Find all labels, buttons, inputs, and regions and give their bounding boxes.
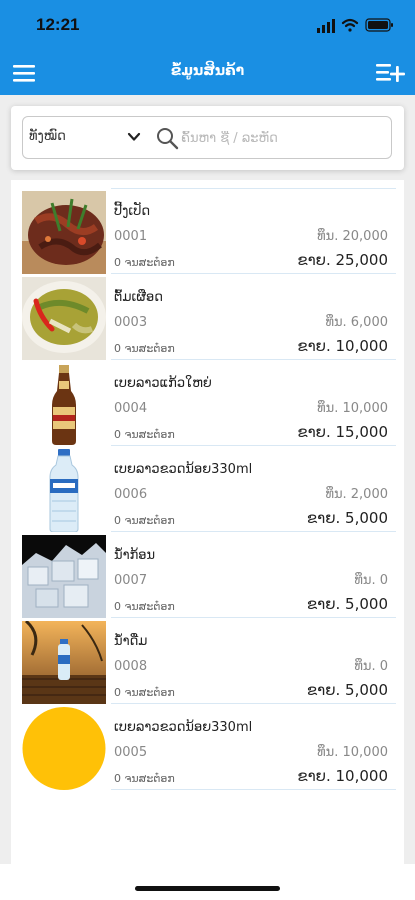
product-item-0007[interactable]: ນ້ຳກ້ອນ 0007 ທຶນ. 0 0 ຈນສະຕ໋ອກ ຂາຍ. 5,00…	[11, 532, 404, 618]
product-code: 0005	[114, 745, 148, 760]
product-image-ice	[22, 535, 106, 618]
product-image-soup	[22, 277, 106, 360]
product-code: 0003	[114, 315, 148, 330]
product-stock: 0 ຈນສະຕ໋ອກ	[114, 600, 175, 613]
chevron-down-icon	[127, 132, 141, 141]
product-stock: 0 ຈນສະຕ໋ອກ	[114, 772, 175, 785]
signal-icon	[317, 19, 335, 33]
app-header: 12:21 ຂໍ້ມູນສິນຄ້າ	[0, 0, 415, 95]
navbar: ຂໍ້ມູນສິນຄ້າ	[0, 50, 415, 95]
product-price: ຂາຍ. 15,000	[297, 423, 388, 441]
add-product-icon[interactable]	[375, 60, 405, 86]
search-input[interactable]	[181, 123, 386, 153]
product-cost: ທຶນ. 6,000	[325, 315, 388, 330]
product-item-0003[interactable]: ຕົ້ມເຜືອດ 0003 ທຶນ. 6,000 0 ຈນສະຕ໋ອກ ຂາຍ…	[11, 274, 404, 360]
product-price: ຂາຍ. 25,000	[297, 251, 388, 269]
product-image-placeholder	[22, 707, 106, 790]
product-item-0008[interactable]: ນ້ຳດື່ມ 0008 ທຶນ. 0 0 ຈນສະຕ໋ອກ ຂາຍ. 5,00…	[11, 618, 404, 704]
product-code: 0008	[114, 659, 148, 674]
item-divider	[111, 789, 396, 790]
status-icons	[317, 16, 395, 34]
product-price: ຂາຍ. 10,000	[297, 767, 388, 785]
wifi-icon	[341, 18, 359, 32]
product-item-0005[interactable]: ເບຍລາວຂວດນ້ອຍ330ml 0005 ທຶນ. 10,000 0 ຈນ…	[11, 704, 404, 790]
product-name: ປີ້ງເປັດ	[114, 204, 151, 219]
category-dropdown[interactable]: ທັງໝົດ	[23, 117, 153, 158]
battery-icon	[365, 18, 393, 32]
product-name: ນ້ຳກ້ອນ	[114, 548, 156, 563]
product-cost: ທຶນ. 20,000	[317, 229, 388, 244]
search-box: ທັງໝົດ	[22, 116, 392, 159]
product-cost: ທຶນ. 2,000	[325, 487, 388, 502]
home-indicator[interactable]	[135, 886, 280, 891]
product-image-beer	[22, 363, 106, 446]
status-time: 12:21	[36, 15, 80, 34]
category-label: ທັງໝົດ	[29, 129, 66, 144]
product-stock: 0 ຈນສະຕ໋ອກ	[114, 686, 175, 699]
product-stock: 0 ຈນສະຕ໋ອກ	[114, 428, 175, 441]
product-code: 0004	[114, 401, 148, 416]
filter-card: ທັງໝົດ	[11, 106, 404, 170]
product-stock: 0 ຈນສະຕ໋ອກ	[114, 256, 175, 269]
product-name: ເບຍລາວຂວດນ້ອຍ330ml	[114, 462, 253, 477]
product-item-0001[interactable]: ປີ້ງເປັດ 0001 ທຶນ. 20,000 0 ຈນສະຕ໋ອກ ຂາຍ…	[11, 188, 404, 274]
product-code: 0001	[114, 229, 148, 244]
product-item-0004[interactable]: ເບຍລາວແກ້ວໃຫຍ່ 0004 ທຶນ. 10,000 0 ຈນສະຕ໋…	[11, 360, 404, 446]
product-price: ຂາຍ. 10,000	[297, 337, 388, 355]
product-name: ນ້ຳດື່ມ	[114, 634, 148, 649]
product-image-water-bottle	[22, 449, 106, 532]
home-area	[0, 864, 415, 900]
item-divider	[111, 188, 396, 189]
product-price: ຂາຍ. 5,000	[306, 681, 388, 699]
search-icon	[157, 128, 179, 150]
product-image-water-sunset	[22, 621, 106, 704]
product-stock: 0 ຈນສະຕ໋ອກ	[114, 514, 175, 527]
product-stock: 0 ຈນສະຕ໋ອກ	[114, 342, 175, 355]
product-cost: ທຶນ. 0	[354, 659, 388, 674]
page-title: ຂໍ້ມູນສິນຄ້າ	[170, 63, 245, 79]
status-bar: 12:21	[0, 0, 415, 50]
product-name: ເບຍລາວຂວດນ້ອຍ330ml	[114, 720, 253, 735]
product-name: ຕົ້ມເຜືອດ	[114, 290, 163, 305]
product-cost: ທຶນ. 10,000	[317, 401, 388, 416]
product-code: 0006	[114, 487, 148, 502]
product-list: ປີ້ງເປັດ 0001 ທຶນ. 20,000 0 ຈນສະຕ໋ອກ ຂາຍ…	[11, 180, 404, 864]
product-image-food	[22, 191, 106, 274]
product-price: ຂາຍ. 5,000	[306, 595, 388, 613]
product-code: 0007	[114, 573, 148, 588]
product-item-0006[interactable]: ເບຍລາວຂວດນ້ອຍ330ml 0006 ທຶນ. 2,000 0 ຈນສ…	[11, 446, 404, 532]
product-cost: ທຶນ. 10,000	[317, 745, 388, 760]
product-name: ເບຍລາວແກ້ວໃຫຍ່	[114, 376, 212, 391]
product-cost: ທຶນ. 0	[354, 573, 388, 588]
product-price: ຂາຍ. 5,000	[306, 509, 388, 527]
